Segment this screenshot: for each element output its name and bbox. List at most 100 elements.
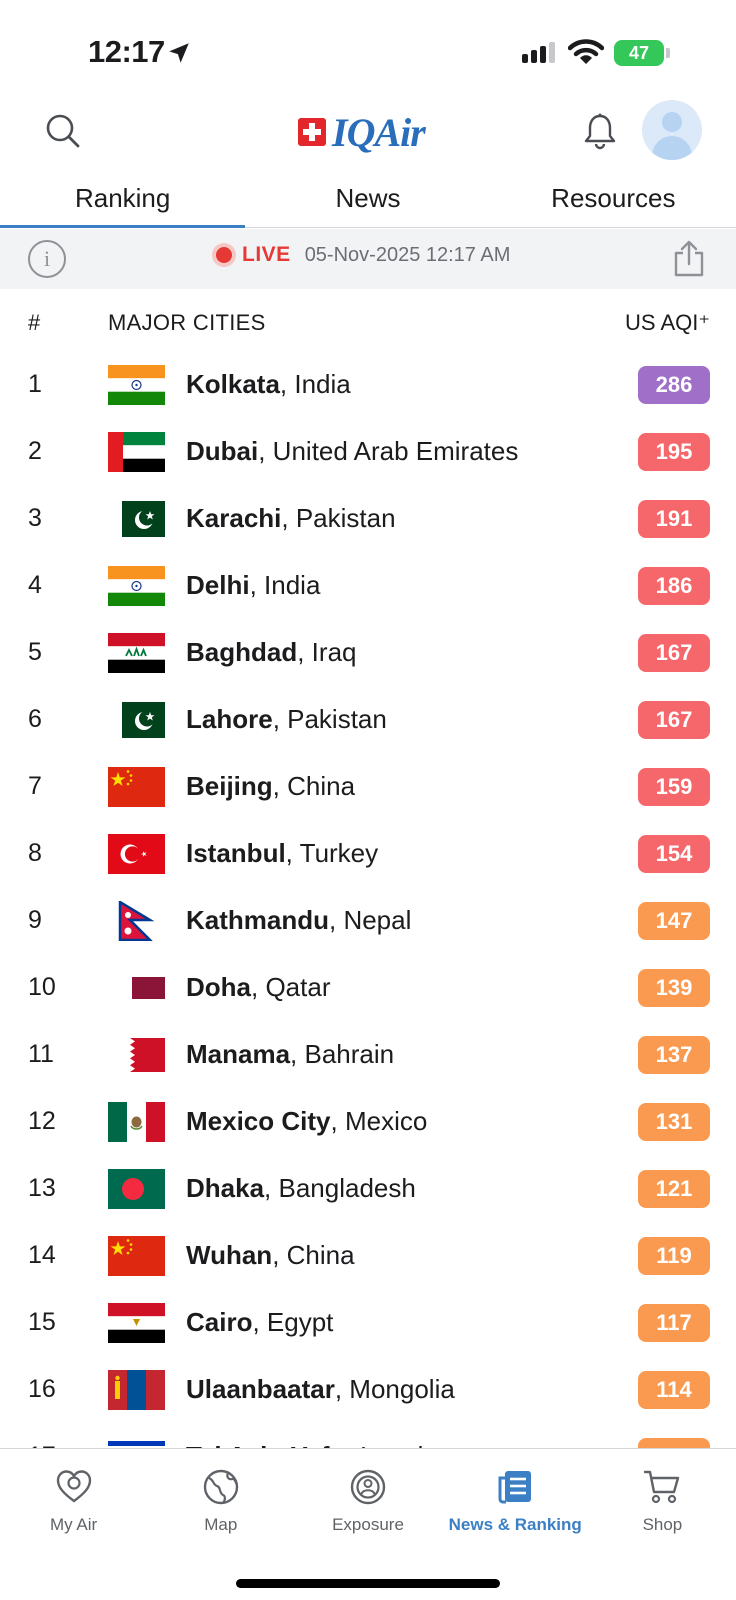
ranking-row[interactable]: 2 Dubai, United Arab Emirates 195 xyxy=(0,419,736,486)
flag-mexico-icon xyxy=(108,1102,165,1142)
country-name: , Mongolia xyxy=(334,1374,455,1404)
aqi-badge: 167 xyxy=(638,634,710,672)
ranking-header: # MAJOR CITIES US AQI⁺ xyxy=(0,306,736,342)
city-name: Cairo xyxy=(186,1307,253,1337)
notifications-button[interactable] xyxy=(578,108,622,154)
city-name: Delhi xyxy=(186,570,250,600)
rank-number: 4 xyxy=(28,571,42,599)
ranking-row[interactable]: 16 Ulaanbaatar, Mongolia 114 xyxy=(0,1357,736,1424)
live-datetime: 05-Nov-2025 12:17 AM xyxy=(304,243,511,266)
tab-resources[interactable]: Resources xyxy=(491,176,736,227)
ranking-list: 1 Kolkata, India 286 2 Dubai, United Arab Em… xyxy=(0,352,736,1448)
battery-icon: 47 xyxy=(614,40,664,66)
country-name: , Pakistan xyxy=(281,503,396,533)
aqi-badge: 121 xyxy=(638,1170,710,1208)
flag-egypt-icon xyxy=(108,1303,165,1343)
flag-mongolia-icon xyxy=(108,1370,165,1410)
aqi-column-header[interactable]: US AQI⁺ xyxy=(625,310,710,336)
city-label: Karachi, Pakistan xyxy=(186,503,396,534)
city-name: Manama xyxy=(186,1039,291,1069)
bottom-nav: My Air Map Exposure News & Ranking Shop xyxy=(0,1448,736,1600)
nav-exposure[interactable]: Exposure xyxy=(294,1449,441,1555)
rank-number: 11 xyxy=(28,1040,54,1068)
profile-avatar[interactable] xyxy=(642,100,702,160)
rank-number: 12 xyxy=(28,1107,56,1135)
city-label: Beijing, China xyxy=(186,771,355,802)
wifi-icon xyxy=(568,39,604,64)
nav-map[interactable]: Map xyxy=(147,1449,294,1555)
ranking-row[interactable]: 7 Beijing, China 159 xyxy=(0,754,736,821)
app-header: IQAir xyxy=(0,96,736,166)
rank-number: 14 xyxy=(28,1241,56,1269)
ranking-row[interactable]: 17Tel Aviv-Yafo, Israel110 xyxy=(0,1424,736,1448)
ranking-row[interactable]: 6 Lahore, Pakistan 167 xyxy=(0,687,736,754)
live-bar: i LIVE 05-Nov-2025 12:17 AM xyxy=(0,229,736,289)
nav-label: Exposure xyxy=(332,1515,404,1534)
aqi-badge: 191 xyxy=(638,500,710,538)
country-name: , Pakistan xyxy=(272,704,387,734)
city-name: Kathmandu xyxy=(186,905,329,935)
tab-ranking[interactable]: Ranking xyxy=(0,176,246,228)
flag-india-icon xyxy=(108,566,165,606)
city-name: Lahore xyxy=(186,704,273,734)
aqi-badge: 131 xyxy=(638,1103,710,1141)
city-label: Kolkata, India xyxy=(186,369,351,400)
city-label: Cairo, Egypt xyxy=(186,1307,333,1338)
status-time: 12:17 xyxy=(88,34,165,69)
flag-nepal-icon xyxy=(108,901,165,941)
live-status: LIVE 05-Nov-2025 12:17 AM xyxy=(216,243,510,267)
nav-my-air[interactable]: My Air xyxy=(0,1449,147,1555)
rank-number: 3 xyxy=(28,504,42,532)
rank-number: 16 xyxy=(28,1375,56,1403)
aqi-badge: 117 xyxy=(638,1304,710,1342)
nav-label: My Air xyxy=(49,1515,98,1534)
tab-news[interactable]: News xyxy=(245,176,490,227)
ranking-row[interactable]: 15 Cairo, Egypt 117 xyxy=(0,1290,736,1357)
ranking-row[interactable]: 5 Baghdad, Iraq 167 xyxy=(0,620,736,687)
ranking-row[interactable]: 3 Karachi, Pakistan 191 xyxy=(0,486,736,553)
ranking-row[interactable]: 9 Kathmandu, Nepal 147 xyxy=(0,888,736,955)
country-name: , Turkey xyxy=(285,838,379,868)
ranking-row[interactable]: 1 Kolkata, India 286 xyxy=(0,352,736,419)
news-icon xyxy=(495,1467,535,1507)
heart-icon xyxy=(54,1467,94,1507)
city-label: Dhaka, Bangladesh xyxy=(186,1173,416,1204)
country-name: , India xyxy=(249,570,321,600)
country-name: , China xyxy=(272,771,356,801)
city-name: Karachi xyxy=(186,503,282,533)
rank-column-header: # xyxy=(28,310,41,335)
ranking-row[interactable]: 14 Wuhan, China 119 xyxy=(0,1223,736,1290)
flag-israel-icon xyxy=(108,1437,165,1448)
country-name: , Bangladesh xyxy=(264,1173,416,1203)
avatar-head xyxy=(662,112,682,132)
ranking-row[interactable]: 8 Istanbul, Turkey 154 xyxy=(0,821,736,888)
flag-pakistan-icon xyxy=(108,499,165,539)
city-name: Doha xyxy=(186,972,251,1002)
flag-india-icon xyxy=(108,365,165,405)
aqi-badge: 159 xyxy=(638,768,710,806)
ranking-row[interactable]: 11 Manama, Bahrain 137 xyxy=(0,1022,736,1089)
ranking-row[interactable]: 10 Doha, Qatar 139 xyxy=(0,955,736,1022)
cart-icon xyxy=(642,1467,682,1507)
exposure-icon xyxy=(348,1467,388,1507)
iqair-logo: IQAir xyxy=(298,110,426,155)
nav-news-ranking[interactable]: News & Ranking xyxy=(442,1449,589,1555)
info-button[interactable]: i xyxy=(28,240,66,278)
nav-shop[interactable]: Shop xyxy=(589,1449,736,1555)
country-name: , Iraq xyxy=(297,637,357,667)
search-icon xyxy=(46,114,80,148)
top-tabs: Ranking News Resources xyxy=(0,176,736,228)
search-button[interactable] xyxy=(40,108,86,154)
share-button[interactable] xyxy=(670,239,708,279)
ranking-row[interactable]: 4 Delhi, India 186 xyxy=(0,553,736,620)
avatar-body xyxy=(652,136,692,160)
home-indicator xyxy=(236,1579,500,1588)
ranking-row[interactable]: 12 Mexico City, Mexico 131 xyxy=(0,1089,736,1156)
flag-china-icon xyxy=(108,1236,165,1276)
ranking-row[interactable]: 13 Dhaka, Bangladesh 121 xyxy=(0,1156,736,1223)
city-label: Ulaanbaatar, Mongolia xyxy=(186,1374,455,1405)
nav-label: Shop xyxy=(642,1515,683,1534)
country-name: , Israel xyxy=(345,1441,423,1448)
city-name: Beijing xyxy=(186,771,273,801)
aqi-badge: 186 xyxy=(638,567,710,605)
